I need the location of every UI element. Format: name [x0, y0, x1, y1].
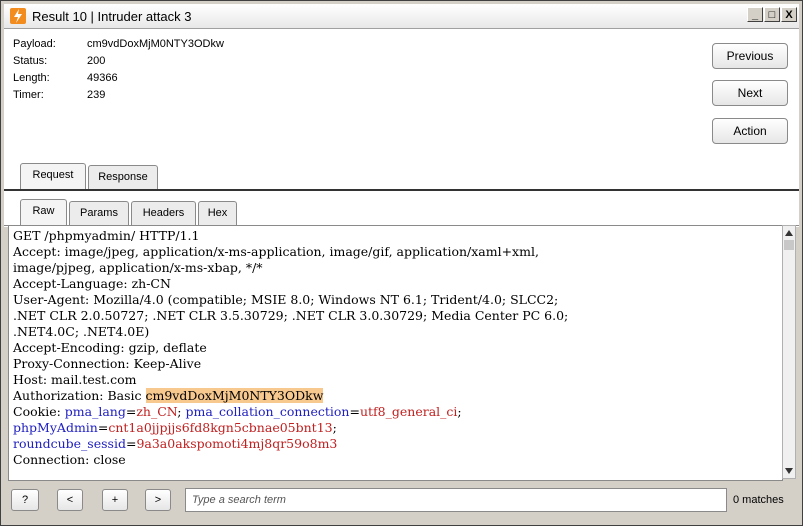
- search-previous-button[interactable]: <: [57, 489, 83, 511]
- header-line: .NET4.0C; .NET4.0E): [13, 324, 150, 339]
- cookie-eq: =: [97, 420, 109, 435]
- maximize-button[interactable]: □: [764, 7, 780, 22]
- header-line: Accept-Encoding: gzip, deflate: [13, 340, 207, 355]
- message-editor-header: Raw Params Headers Hex: [4, 189, 799, 227]
- cookie-line: phpMyAdmin=cnt1a0jjpjjs6fd8kgn5cbnae05bn…: [13, 420, 782, 436]
- raw-request-editor[interactable]: GET /phpmyadmin/ HTTP/1.1 Accept: image/j…: [8, 225, 783, 481]
- timer-label: Timer:: [13, 89, 44, 101]
- help-button[interactable]: ?: [11, 489, 39, 511]
- title-bar[interactable]: Result 10 | Intruder attack 3 _ □ X: [4, 4, 799, 29]
- status-label: Status:: [13, 55, 48, 67]
- length-label: Length:: [13, 72, 50, 84]
- next-button[interactable]: Next: [712, 80, 788, 106]
- tab-hex[interactable]: Hex: [198, 201, 237, 225]
- length-value: 49366: [87, 72, 118, 84]
- search-next-button[interactable]: >: [145, 489, 171, 511]
- cookie-name: phpMyAdmin: [13, 420, 98, 435]
- timer-value: 239: [87, 89, 106, 101]
- payload-label: Payload:: [13, 38, 56, 50]
- vertical-scrollbar[interactable]: [782, 225, 796, 479]
- request-text: GET /phpmyadmin/ HTTP/1.1 Accept: image/j…: [13, 228, 782, 468]
- action-button[interactable]: Action: [712, 118, 788, 144]
- header-line: Proxy-Connection: Keep-Alive: [13, 356, 202, 371]
- window-title: Result 10 | Intruder attack 3: [32, 9, 192, 24]
- header-line: Accept-Language: zh-CN: [13, 276, 171, 291]
- auth-prefix: Authorization: Basic: [13, 388, 146, 403]
- close-button[interactable]: X: [781, 7, 797, 22]
- cookie-name: pma_collation_connection: [185, 404, 350, 419]
- search-bar: ? < + > 0 matches: [4, 482, 799, 522]
- header-line: User-Agent: Mozilla/4.0 (compatible; MSI…: [13, 292, 559, 307]
- editor-view-tabs: Raw Params Headers Hex: [4, 191, 799, 226]
- cookie-sep: ;: [332, 420, 337, 435]
- search-options-button[interactable]: +: [102, 489, 128, 511]
- previous-button[interactable]: Previous: [712, 43, 788, 69]
- header-line: Host: mail.test.com: [13, 372, 137, 387]
- minimize-button[interactable]: _: [747, 7, 763, 22]
- cookie-eq: =: [125, 404, 137, 419]
- tab-response[interactable]: Response: [88, 165, 158, 189]
- cookie-name: roundcube_sessid: [13, 436, 126, 451]
- tab-raw[interactable]: Raw: [20, 199, 67, 225]
- tab-request[interactable]: Request: [20, 163, 86, 189]
- status-value: 200: [87, 55, 106, 67]
- cookie-line: Cookie: pma_lang=zh_CN; pma_collation_co…: [13, 404, 782, 420]
- burp-logo-icon: [10, 8, 26, 24]
- highlighted-payload: cm9vdDoxMjM0NTY3ODkw: [145, 388, 324, 403]
- tab-headers[interactable]: Headers: [131, 201, 196, 225]
- cookie-eq: =: [125, 436, 137, 451]
- scrollbar-thumb[interactable]: [784, 240, 794, 250]
- intruder-result-window: Result 10 | Intruder attack 3 _ □ X Payl…: [0, 0, 803, 526]
- cookie-value: zh_CN: [136, 404, 178, 419]
- payload-value: cm9vdDoxMjM0NTY3ODkw: [87, 38, 224, 50]
- scroll-up-arrow-icon[interactable]: [785, 230, 793, 236]
- cookie-name: pma_lang: [64, 404, 126, 419]
- request-response-tabs: Request Response: [4, 161, 799, 190]
- authorization-line: Authorization: Basic cm9vdDoxMjM0NTY3ODk…: [13, 388, 782, 404]
- search-input[interactable]: [185, 488, 727, 512]
- cookie-eq: =: [349, 404, 360, 419]
- cookie-value: cnt1a0jjpjjs6fd8kgn5cbnae05bnt13: [108, 420, 333, 435]
- match-count: 0 matches: [733, 494, 784, 506]
- cookie-value: 9a3a0akspomoti4mj8qr59o8m3: [136, 436, 338, 451]
- tab-params[interactable]: Params: [69, 201, 129, 225]
- header-line: Accept: image/jpeg, application/x-ms-app…: [13, 244, 539, 259]
- scroll-down-arrow-icon[interactable]: [785, 468, 793, 474]
- cookie-sep: ;: [457, 404, 462, 419]
- header-line: .NET CLR 2.0.50727; .NET CLR 3.5.30729; …: [13, 308, 569, 323]
- cookie-prefix: Cookie:: [13, 404, 65, 419]
- cookie-line: roundcube_sessid=9a3a0akspomoti4mj8qr59o…: [13, 436, 782, 452]
- request-line: GET /phpmyadmin/ HTTP/1.1: [13, 228, 200, 243]
- header-line: image/pjpeg, application/x-ms-xbap, */*: [13, 260, 263, 275]
- cookie-value: utf8_general_ci: [359, 404, 458, 419]
- header-line: Connection: close: [13, 452, 126, 467]
